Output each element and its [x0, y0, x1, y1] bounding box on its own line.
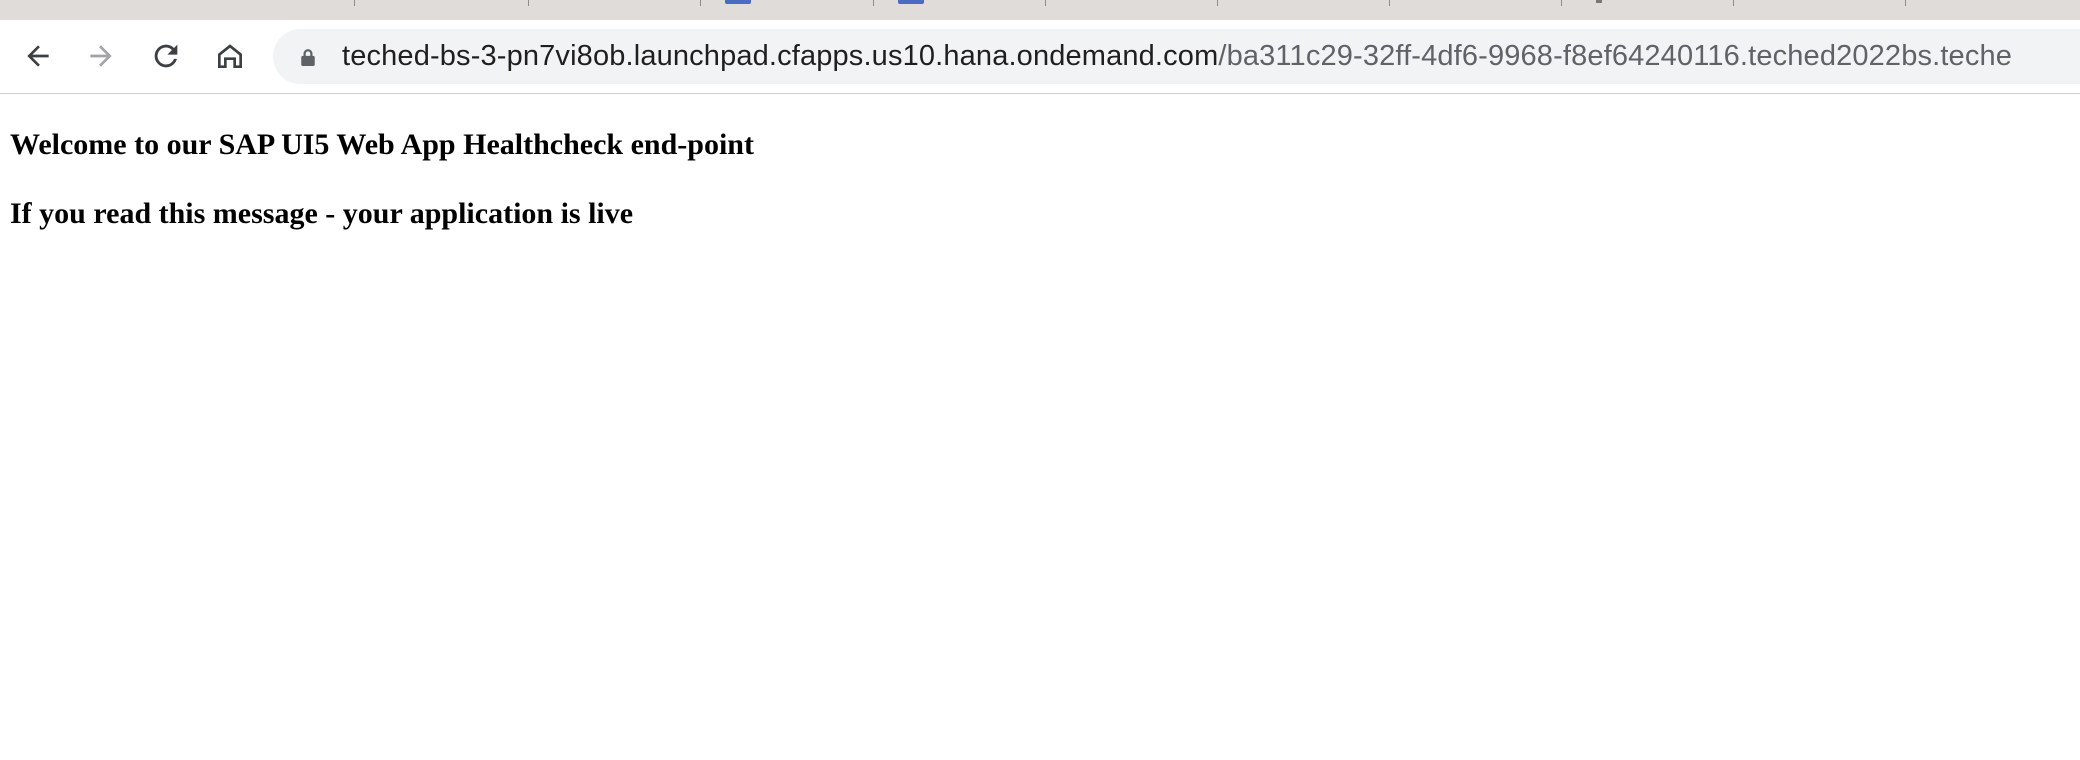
arrow-right-icon — [90, 45, 112, 67]
forward-button[interactable] — [81, 36, 121, 76]
url-host: teched-bs-3-pn7vi8ob.launchpad.cfapps.us… — [342, 40, 1219, 72]
tab-separator — [354, 0, 355, 6]
status-heading: If you read this message - your applicat… — [10, 197, 634, 230]
welcome-heading: Welcome to our SAP UI5 Web App Healthche… — [10, 128, 754, 161]
tab-separator — [1389, 0, 1390, 6]
tab-strip[interactable] — [0, 0, 2080, 20]
tab-separator — [1217, 0, 1218, 6]
tab-separator — [700, 0, 701, 6]
reload-icon — [154, 44, 178, 68]
reload-button[interactable] — [146, 36, 186, 76]
tab-separator — [528, 0, 529, 6]
home-icon — [218, 44, 242, 68]
tab-favicon-icon[interactable] — [725, 0, 751, 4]
tab-favicon-icon[interactable] — [898, 0, 924, 4]
tab-separator — [873, 0, 874, 6]
tab-separator — [1733, 0, 1734, 6]
url-text[interactable]: teched-bs-3-pn7vi8ob.launchpad.cfapps.us… — [342, 29, 2012, 84]
lock-icon[interactable] — [299, 48, 317, 66]
browser-toolbar: teched-bs-3-pn7vi8ob.launchpad.cfapps.us… — [0, 20, 2080, 94]
page-content: Welcome to our SAP UI5 Web App Healthche… — [0, 94, 2080, 760]
tab-separator — [1045, 0, 1046, 6]
browser-window: teched-bs-3-pn7vi8ob.launchpad.cfapps.us… — [0, 0, 2080, 760]
address-bar[interactable]: teched-bs-3-pn7vi8ob.launchpad.cfapps.us… — [273, 29, 2080, 84]
tab-favicon-icon[interactable] — [1596, 0, 1602, 3]
url-path: /ba311c29-32ff-4df6-9968-f8ef64240116.te… — [1218, 40, 2013, 72]
tab-separator — [1905, 0, 1906, 6]
home-button[interactable] — [210, 36, 250, 76]
tab-separator — [1561, 0, 1562, 6]
back-button[interactable] — [18, 36, 58, 76]
arrow-left-icon — [27, 45, 49, 67]
